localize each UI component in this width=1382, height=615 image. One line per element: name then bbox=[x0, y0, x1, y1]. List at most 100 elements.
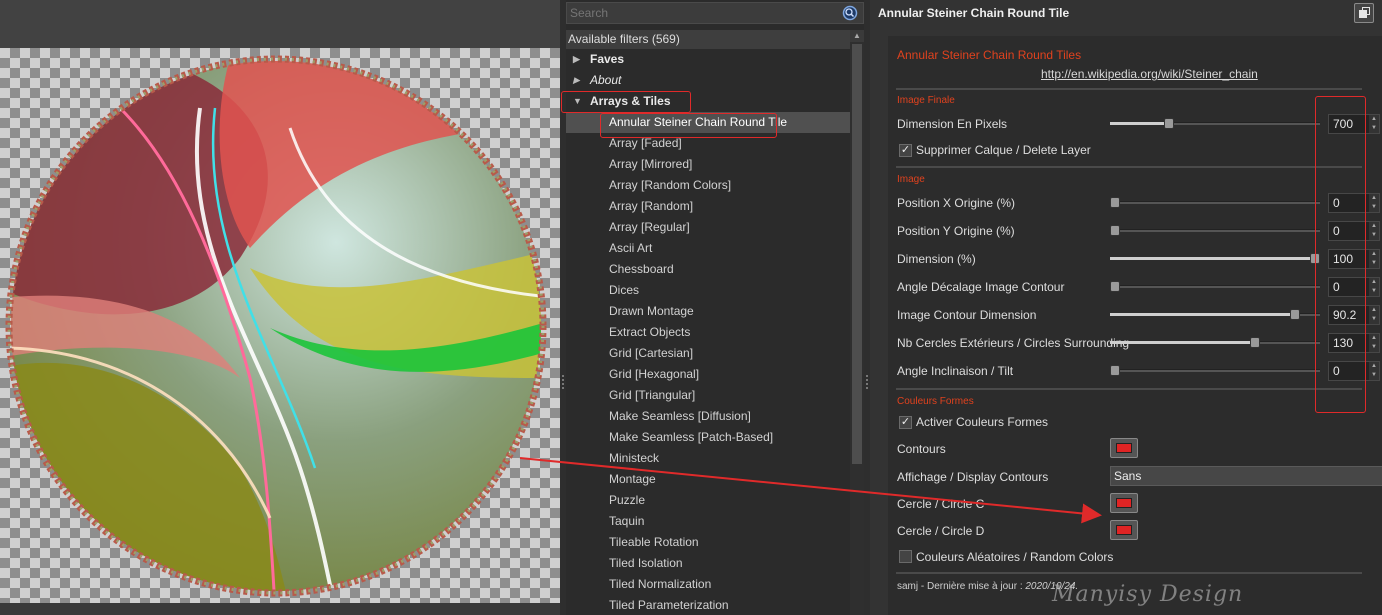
filter-item[interactable]: Make Seamless [Diffusion] bbox=[566, 406, 850, 427]
parameters-body: Annular Steiner Chain Round Tiles http:/… bbox=[888, 36, 1382, 615]
parameter-slider[interactable] bbox=[1110, 253, 1320, 264]
dropdown-value: Sans bbox=[1114, 469, 1142, 483]
color-swatch bbox=[1116, 498, 1132, 508]
filter-item[interactable]: Ministeck bbox=[566, 448, 850, 469]
parameter-slider[interactable] bbox=[1110, 337, 1320, 348]
filter-name: Annular Steiner Chain Round Tiles bbox=[897, 48, 1082, 62]
affichage-dropdown[interactable]: Sans▼ bbox=[1110, 466, 1382, 486]
filter-item[interactable]: Array [Random Colors] bbox=[566, 175, 850, 196]
filter-item[interactable]: Array [Mirrored] bbox=[566, 154, 850, 175]
slider-label: Nb Cercles Extérieurs / Circles Surround… bbox=[897, 336, 1130, 350]
spin-arrows-icon[interactable]: ▲ ▼ bbox=[1369, 278, 1379, 296]
filter-item[interactable]: Drawn Montage bbox=[566, 301, 850, 322]
spin-arrows-icon[interactable]: ▲ ▼ bbox=[1369, 115, 1379, 133]
slider-handle[interactable] bbox=[1290, 309, 1300, 320]
preview-panel[interactable] bbox=[0, 0, 560, 615]
spin-arrows-icon[interactable]: ▲ ▼ bbox=[1369, 306, 1379, 324]
wikipedia-link[interactable]: http://en.wikipedia.org/wiki/Steiner_cha… bbox=[1041, 67, 1258, 81]
section-image-finale: Image Finale bbox=[897, 95, 955, 106]
spin-arrows-icon[interactable]: ▲ ▼ bbox=[1369, 334, 1379, 352]
filter-item[interactable]: Chessboard bbox=[566, 259, 850, 280]
section-couleurs-formes: Couleurs Formes bbox=[897, 396, 974, 407]
random-colors-label: Couleurs Aléatoires / Random Colors bbox=[916, 550, 1114, 564]
filter-item[interactable]: Tiled Parameterization bbox=[566, 595, 850, 615]
slider-label: Dimension (%) bbox=[897, 252, 976, 266]
search-input[interactable] bbox=[567, 3, 837, 23]
annotation-box-filter bbox=[600, 113, 777, 138]
filter-item[interactable]: Dices bbox=[566, 280, 850, 301]
delete-layer-label: Supprimer Calque / Delete Layer bbox=[916, 143, 1091, 157]
filter-item[interactable]: Extract Objects bbox=[566, 322, 850, 343]
spin-arrows-icon[interactable]: ▲ ▼ bbox=[1369, 194, 1379, 212]
steiner-art bbox=[11, 61, 541, 591]
filter-item[interactable]: Array [Random] bbox=[566, 196, 850, 217]
cercle-c-color-button[interactable] bbox=[1110, 493, 1138, 513]
dimension-pixels-slider[interactable] bbox=[1110, 118, 1320, 129]
expand-arrow-icon[interactable]: ▶ bbox=[573, 49, 580, 70]
section-image: Image bbox=[897, 174, 925, 185]
filter-item[interactable]: Tiled Normalization bbox=[566, 574, 850, 595]
separator bbox=[896, 572, 1362, 574]
preview-statusbar bbox=[0, 603, 560, 615]
annotation-box-category bbox=[561, 91, 691, 113]
slider-handle[interactable] bbox=[1110, 281, 1120, 292]
cercle-d-color-button[interactable] bbox=[1110, 520, 1138, 540]
filter-list-scrollbar[interactable]: ▲ bbox=[850, 30, 864, 615]
filter-item[interactable]: Tiled Isolation bbox=[566, 553, 850, 574]
cercle-d-label: Cercle / Circle D bbox=[897, 524, 985, 538]
splitter-grip bbox=[562, 375, 564, 389]
expand-arrow-icon[interactable]: ▶ bbox=[573, 70, 580, 91]
filter-item[interactable]: Grid [Hexagonal] bbox=[566, 364, 850, 385]
watermark-text: Manyisy Design bbox=[1052, 582, 1244, 607]
parameter-slider[interactable] bbox=[1110, 281, 1320, 292]
color-swatch bbox=[1116, 525, 1132, 535]
filter-item[interactable]: Puzzle bbox=[566, 490, 850, 511]
annotation-box-values bbox=[1315, 96, 1366, 413]
slider-handle[interactable] bbox=[1110, 365, 1120, 376]
category-label: Faves bbox=[590, 52, 625, 66]
filter-item[interactable]: Ascii Art bbox=[566, 238, 850, 259]
parameter-slider[interactable] bbox=[1110, 365, 1320, 376]
slider-handle[interactable] bbox=[1110, 225, 1120, 236]
random-colors-checkbox[interactable] bbox=[899, 550, 912, 563]
category-label: About bbox=[590, 73, 622, 87]
slider-label: Angle Décalage Image Contour bbox=[897, 280, 1065, 294]
activer-couleurs-label: Activer Couleurs Formes bbox=[916, 415, 1049, 429]
splitter-grip bbox=[866, 375, 868, 389]
preview-image[interactable] bbox=[0, 48, 560, 603]
filter-item[interactable]: Tileable Rotation bbox=[566, 532, 850, 553]
slider-handle[interactable] bbox=[1250, 337, 1260, 348]
activer-couleurs-checkbox[interactable]: ✓ bbox=[899, 416, 912, 429]
parameter-slider[interactable] bbox=[1110, 309, 1320, 320]
spin-arrows-icon[interactable]: ▲ ▼ bbox=[1369, 250, 1379, 268]
category-about[interactable]: ▶ About bbox=[566, 70, 850, 91]
filter-item[interactable]: Grid [Cartesian] bbox=[566, 343, 850, 364]
scrollbar-thumb[interactable] bbox=[852, 44, 862, 464]
filter-item[interactable]: Array [Regular] bbox=[566, 217, 850, 238]
color-swatch bbox=[1116, 443, 1132, 453]
parameter-slider[interactable] bbox=[1110, 197, 1320, 208]
scroll-up-arrow-icon[interactable]: ▲ bbox=[850, 30, 864, 42]
filter-item[interactable]: Make Seamless [Patch-Based] bbox=[566, 427, 850, 448]
delete-layer-checkbox[interactable]: ✓ bbox=[899, 144, 912, 157]
separator bbox=[896, 166, 1362, 168]
parameter-slider[interactable] bbox=[1110, 225, 1320, 236]
detach-window-button[interactable] bbox=[1354, 3, 1374, 23]
filter-item[interactable]: Montage bbox=[566, 469, 850, 490]
spin-arrows-icon[interactable]: ▲ ▼ bbox=[1369, 222, 1379, 240]
spin-arrows-icon[interactable]: ▲ ▼ bbox=[1369, 362, 1379, 380]
separator bbox=[896, 88, 1362, 90]
category-faves[interactable]: ▶ Faves bbox=[566, 49, 850, 70]
search-icon[interactable] bbox=[842, 5, 858, 21]
cercle-c-label: Cercle / Circle C bbox=[897, 497, 985, 511]
slider-label: Position X Origine (%) bbox=[897, 196, 1016, 210]
slider-handle[interactable] bbox=[1164, 118, 1174, 129]
search-box bbox=[566, 2, 864, 24]
contours-color-button[interactable] bbox=[1110, 438, 1138, 458]
filter-item[interactable]: Taquin bbox=[566, 511, 850, 532]
filter-title: Annular Steiner Chain Round Tile bbox=[878, 6, 1070, 20]
filter-item[interactable]: Grid [Triangular] bbox=[566, 385, 850, 406]
parameters-panel: Annular Steiner Chain Round Tile Annular… bbox=[870, 0, 1382, 615]
slider-handle[interactable] bbox=[1110, 197, 1120, 208]
slider-label: Image Contour Dimension bbox=[897, 308, 1037, 322]
